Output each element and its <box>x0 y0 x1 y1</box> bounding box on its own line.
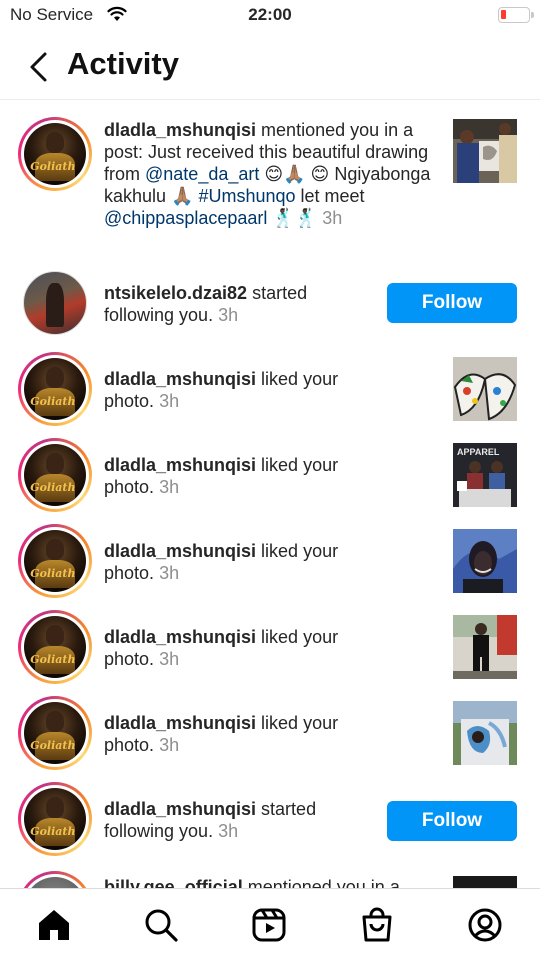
reels-icon[interactable] <box>251 907 287 943</box>
timestamp: 3h <box>322 208 343 228</box>
notification-row[interactable]: Goliath dladla_mshunqisi liked your phot… <box>0 524 540 615</box>
clock: 22:00 <box>248 5 292 24</box>
timestamp: 3h <box>159 649 180 669</box>
username-link[interactable]: billy.gee_official <box>104 877 243 888</box>
activity-header: Activity <box>0 32 540 100</box>
notification-row[interactable]: Goliath dladla_mshunqisi mentioned you i… <box>0 101 540 271</box>
home-icon[interactable] <box>36 907 72 943</box>
notification-text: dladla_mshunqisi mentioned you in a post… <box>104 120 431 228</box>
username-link[interactable]: ntsikelelo.dzai82 <box>104 283 247 303</box>
avatar[interactable]: Goliath <box>18 117 92 191</box>
follow-button[interactable]: Follow <box>387 801 517 841</box>
page-title: Activity <box>67 46 179 81</box>
post-thumbnail[interactable] <box>453 701 517 765</box>
notification-row[interactable]: Goliath dladla_mshunqisi liked your phot… <box>0 696 540 787</box>
username-link[interactable]: dladla_mshunqisi <box>104 369 256 389</box>
timestamp: 3h <box>159 391 180 411</box>
notification-text: dladla_mshunqisi liked your photo. 3h <box>104 713 339 755</box>
hashtag-link[interactable]: #Umshunqo <box>198 186 295 206</box>
avatar[interactable]: Goliath <box>18 696 92 770</box>
avatar[interactable]: Goliath <box>18 524 92 598</box>
post-thumbnail[interactable] <box>453 529 517 593</box>
notification-text: dladla_mshunqisi started following you. … <box>104 799 317 841</box>
notification-text: dladla_mshunqisi liked your photo. 3h <box>104 627 339 669</box>
notification-text: dladla_mshunqisi liked your photo. 3h <box>104 541 339 583</box>
follow-button[interactable]: Follow <box>387 283 517 323</box>
activity-feed[interactable]: Goliath dladla_mshunqisi mentioned you i… <box>0 101 540 888</box>
notification-text: dladla_mshunqisi liked your photo. 3h <box>104 455 339 497</box>
username-link[interactable]: dladla_mshunqisi <box>104 627 256 647</box>
notification-row[interactable]: ntsikelelo.dzai82 started following you.… <box>0 271 540 357</box>
svg-text:APPAREL: APPAREL <box>457 447 500 457</box>
notification-row[interactable]: Goliath dladla_mshunqisi liked your phot… <box>0 352 540 443</box>
avatar[interactable]: Goliath <box>18 610 92 684</box>
post-thumbnail[interactable] <box>453 119 517 183</box>
username-link[interactable]: dladla_mshunqisi <box>104 799 256 819</box>
avatar[interactable]: Goliath <box>18 438 92 512</box>
back-arrow-icon[interactable] <box>26 50 52 84</box>
status-bar: No Service 22:00 <box>0 0 540 32</box>
timestamp: 3h <box>218 305 239 325</box>
mention-link[interactable]: @chippasplacepaarl <box>104 208 267 228</box>
post-thumbnail[interactable] <box>453 615 517 679</box>
notification-row[interactable]: Goliath dladla_mshunqisi liked your phot… <box>0 438 540 529</box>
avatar[interactable] <box>23 271 87 335</box>
post-thumbnail[interactable] <box>453 357 517 421</box>
post-thumbnail[interactable] <box>453 876 517 888</box>
battery-icon <box>498 7 534 23</box>
notification-row[interactable]: Goliath dladla_mshunqisi liked your phot… <box>0 610 540 701</box>
username-link[interactable]: dladla_mshunqisi <box>104 120 256 140</box>
timestamp: 3h <box>159 477 180 497</box>
username-link[interactable]: dladla_mshunqisi <box>104 455 256 475</box>
notification-text: ntsikelelo.dzai82 started following you.… <box>104 283 308 325</box>
timestamp: 3h <box>218 821 239 841</box>
timestamp: 3h <box>159 563 180 583</box>
mention-link[interactable]: @nate_da_art <box>145 164 259 184</box>
notification-text: billy.gee_official mentioned you in a <box>104 876 440 888</box>
shop-icon[interactable] <box>359 907 395 943</box>
bottom-tab-bar <box>0 888 540 960</box>
profile-icon[interactable] <box>467 907 503 943</box>
post-thumbnail[interactable]: APPAREL <box>453 443 517 507</box>
avatar[interactable]: Goliath <box>18 352 92 426</box>
notification-text: dladla_mshunqisi liked your photo. 3h <box>104 369 339 411</box>
avatar[interactable]: Goliath <box>18 782 92 856</box>
username-link[interactable]: dladla_mshunqisi <box>104 713 256 733</box>
notification-row[interactable]: billy.gee_official mentioned you in a <box>0 871 540 888</box>
notification-row[interactable]: Goliath dladla_mshunqisi started followi… <box>0 782 540 873</box>
username-link[interactable]: dladla_mshunqisi <box>104 541 256 561</box>
avatar[interactable] <box>18 871 92 888</box>
search-icon[interactable] <box>143 907 179 943</box>
timestamp: 3h <box>159 735 180 755</box>
